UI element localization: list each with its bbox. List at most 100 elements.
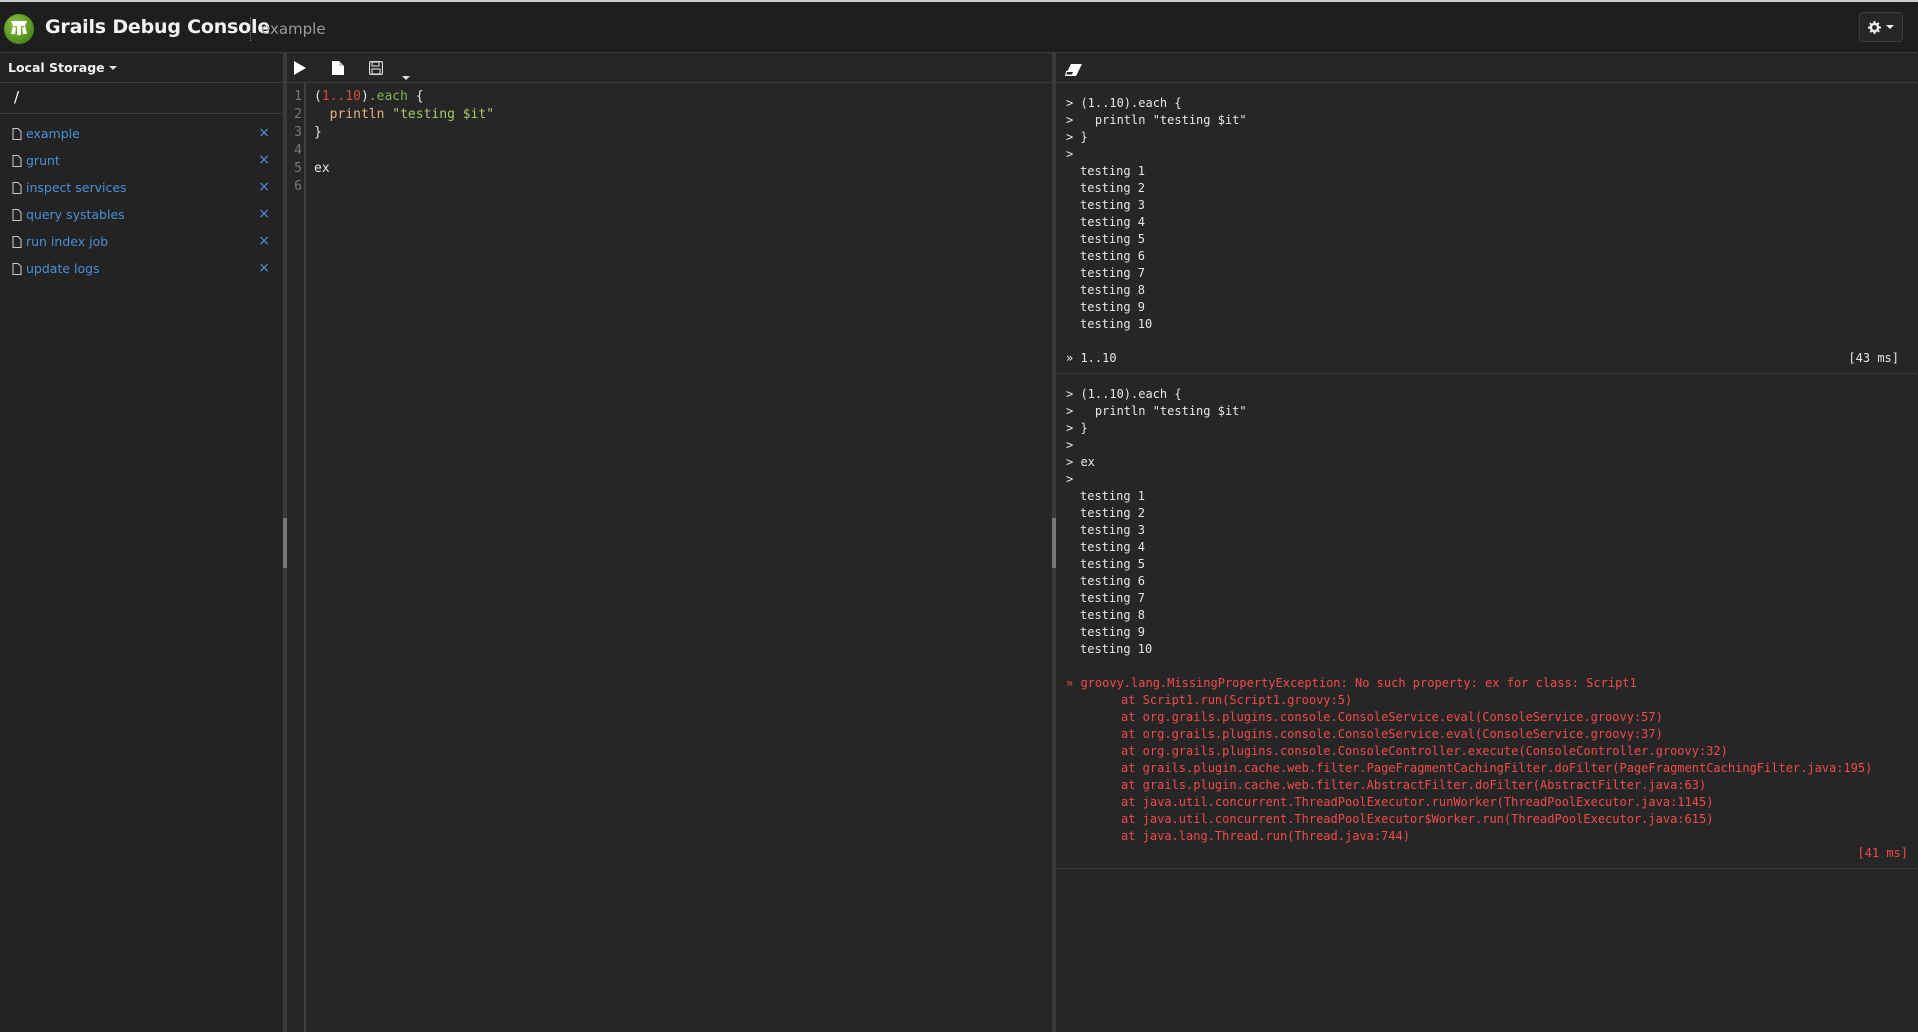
code-lines[interactable]: (1..10).each { println "testing $it" } e… [314,88,1052,196]
file-name[interactable]: grunt [26,153,60,168]
delete-file-icon[interactable]: × [258,260,270,276]
editor-toolbar [287,53,1052,83]
stdout-line: testing 2 [1080,181,1146,195]
line-number: 5 [294,161,302,176]
play-icon [294,61,306,75]
stdout-line: testing 5 [1080,557,1146,571]
result-row: » 1..10 [43 ms] [1066,350,1908,367]
stacktrace-line: at Script1.run(Script1.groovy:5) [1121,693,1353,707]
file-item[interactable]: query systables × [0,201,283,228]
stdout-line: testing 6 [1080,574,1146,588]
file-name[interactable]: example [26,126,80,141]
file-list: example × grunt × inspect services × que… [0,114,283,282]
delete-file-icon[interactable]: × [258,233,270,249]
stacktrace-line: at org.grails.plugins.console.ConsoleSer… [1121,727,1663,741]
grails-logo-icon [4,14,34,44]
save-options-dropdown[interactable] [402,65,420,81]
input-echo-line: > (1..10).each { [1066,387,1182,401]
settings-dropdown-button[interactable] [1859,12,1903,42]
current-file-name: example [261,20,326,38]
gear-icon [1868,20,1881,34]
line-number-gutter: 1 2 3 4 5 6 [287,83,306,1032]
stdout-line: testing 7 [1080,266,1146,280]
input-echo-line: > [1066,147,1074,161]
stdout-line: testing 1 [1080,164,1146,178]
token-brace: { [407,89,424,104]
editor-pane: 1 2 3 4 5 6 (1..10).each { println "test… [287,53,1052,1032]
new-file-icon [332,61,344,75]
line-number: 1 [294,89,302,104]
token-paren: ) [360,89,369,104]
stdout-line: testing 8 [1080,608,1146,622]
input-echo-line: > (1..10).each { [1066,96,1182,110]
stdout-line: testing 10 [1080,317,1153,331]
stdout-line: testing 5 [1080,232,1146,246]
code-line[interactable] [314,178,1052,196]
stdout-line: testing 9 [1080,300,1146,314]
file-item[interactable]: update logs × [0,255,283,282]
error-message: » groovy.lang.MissingPropertyException: … [1066,676,1637,690]
input-echo-line: > } [1066,130,1088,144]
line-number: 3 [294,125,302,140]
clear-output-button[interactable] [1065,61,1082,80]
file-name[interactable]: inspect services [26,180,127,195]
code-editor[interactable]: 1 2 3 4 5 6 (1..10).each { println "test… [287,83,1052,1032]
file-icon [12,154,22,167]
current-path[interactable]: / [0,83,283,114]
code-line[interactable]: } [314,124,1052,142]
code-line[interactable]: (1..10).each { [314,88,1052,106]
input-echo-line: > println "testing $it" [1066,404,1247,418]
code-line[interactable]: println "testing $it" [314,106,1052,124]
execution-time: [43 ms] [1848,351,1899,365]
result-value: » 1..10 [1066,351,1117,365]
delete-file-icon[interactable]: × [258,125,270,141]
input-echo-line: > [1066,438,1074,452]
delete-file-icon[interactable]: × [258,152,270,168]
line-number: 6 [294,179,302,194]
file-item[interactable]: grunt × [0,147,283,174]
output-toolbar [1056,53,1918,83]
file-item[interactable]: example × [0,120,283,147]
stdout-line: testing 2 [1080,506,1146,520]
input-echo-line: > [1066,472,1074,486]
storage-dropdown[interactable]: Local Storage [0,53,283,83]
file-icon [12,235,22,248]
output-log: > (1..10).each { > println "testing $it"… [1056,83,1918,1032]
caret-down-icon [108,66,117,70]
token-range: 1..10 [321,89,361,104]
delete-file-icon[interactable]: × [258,179,270,195]
file-item[interactable]: inspect services × [0,174,283,201]
file-name[interactable]: run index job [26,234,108,249]
stdout-line: testing 8 [1080,283,1146,297]
eraser-icon [1065,64,1082,76]
file-icon [12,127,22,140]
caret-down-icon [1886,25,1894,29]
file-name[interactable]: update logs [26,261,100,276]
file-item[interactable]: run index job × [0,228,283,255]
code-line[interactable]: ex [314,160,1052,178]
delete-file-icon[interactable]: × [258,206,270,222]
token-string: "testing $it" [384,107,495,122]
execute-button[interactable] [293,60,311,76]
line-number: 4 [294,143,302,158]
title-divider [250,17,251,41]
app-title[interactable]: Grails Debug Console [45,16,270,38]
stdout-line: testing 7 [1080,591,1146,605]
stacktrace-line: at org.grails.plugins.console.ConsoleSer… [1121,710,1663,724]
output-pane: > (1..10).each { > println "testing $it"… [1056,53,1918,1032]
file-icon [12,262,22,275]
file-name[interactable]: query systables [26,207,125,222]
new-file-button[interactable] [332,60,350,76]
save-button[interactable] [368,60,387,76]
code-line[interactable] [314,142,1052,160]
sidebar: Local Storage / example × grunt × inspec… [0,53,283,1032]
token-paren: ( [314,89,322,104]
file-icon [12,208,22,221]
top-navbar: Grails Debug Console example [0,0,1918,53]
token-method: .each [368,89,408,104]
result-block: > (1..10).each { > println "testing $it"… [1056,374,1918,869]
stdout-line: testing 9 [1080,625,1146,639]
stacktrace-line: at grails.plugin.cache.web.filter.Abstra… [1121,778,1707,792]
